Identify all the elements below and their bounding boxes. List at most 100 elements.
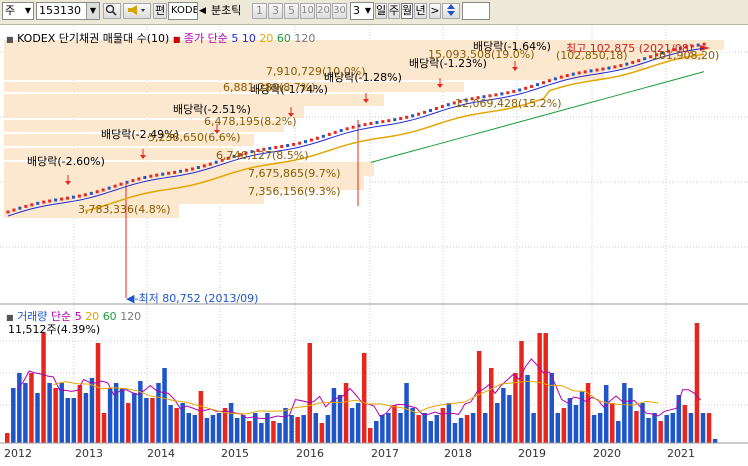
toolbar: 주▼ 153130▼ 편 KODEX ◀ 분초틱 1 3 5 10 20 30 … — [0, 0, 748, 25]
price-candle — [321, 134, 325, 138]
price-candle — [66, 196, 69, 200]
price-candle — [381, 120, 385, 124]
price-candle — [565, 74, 569, 78]
price-panel-header: ■ KODEX 단기채권 매물대 수(10) ■ 종가 단순 5 10 20 6… — [6, 30, 315, 46]
price-panel-title: KODEX 단기채권 매물대 수(10) — [17, 32, 170, 45]
dividend-label: 배당락(-1.23%) — [409, 57, 487, 70]
dropdown-arrow-icon[interactable]: ▼ — [86, 3, 99, 19]
price-candle — [494, 93, 498, 97]
volume-bar — [168, 405, 173, 443]
period-year-button[interactable]: 년 — [414, 3, 427, 19]
edit-button[interactable]: 편 — [153, 3, 167, 19]
price-candle — [363, 123, 367, 127]
minute-button-1[interactable]: 1 — [252, 3, 267, 19]
volume-bar — [374, 421, 379, 443]
minute-button-3[interactable]: 3 — [268, 3, 283, 19]
prev-arrow-icon[interactable]: ◀ — [199, 4, 206, 18]
price-candle — [702, 42, 706, 46]
price-candle — [428, 108, 432, 112]
price-candle — [179, 169, 183, 173]
volume-bar — [368, 428, 373, 443]
price-candle — [107, 186, 111, 190]
price-candle — [595, 68, 599, 72]
volume-bar — [355, 403, 361, 443]
ma-5: 5 — [231, 32, 239, 45]
volume-bar — [150, 398, 155, 443]
extra-input[interactable] — [462, 2, 490, 20]
price-candle — [190, 167, 194, 171]
price-candle — [369, 122, 373, 126]
profile-label: 6,478,195(8.2%) — [204, 115, 297, 128]
price-candle — [101, 188, 105, 192]
profile-label: 7,675,865(9.7%) — [248, 167, 341, 180]
left-arrow-icon: ◀ — [126, 292, 135, 305]
volume-bar — [59, 383, 64, 443]
volume-bar — [192, 415, 198, 443]
price-candle — [399, 117, 403, 121]
price-candle — [173, 170, 177, 174]
price-candle — [304, 140, 307, 144]
price-candle — [631, 60, 635, 64]
volume-bar — [228, 403, 234, 443]
volume-bar — [361, 353, 367, 443]
minute-button-5[interactable]: 5 — [284, 3, 299, 19]
x-tick: 2016 — [296, 447, 324, 460]
volume-bar — [41, 333, 46, 443]
price-candle — [577, 71, 581, 75]
price-candle — [446, 103, 450, 107]
stock-name-box[interactable]: KODEX — [168, 2, 198, 20]
profile-label: 101,908,20) — [652, 49, 720, 62]
price-candle — [185, 168, 188, 172]
minute-button-30[interactable]: 30 — [332, 3, 347, 19]
volume-bar — [428, 421, 433, 443]
interval-value: 3 — [353, 4, 360, 17]
price-candle — [42, 200, 46, 204]
ma-10: 10 — [241, 32, 256, 45]
minute-button-20[interactable]: 20 — [316, 3, 331, 19]
volume-bar — [549, 373, 554, 443]
volume-bar — [234, 418, 240, 443]
volume-bar — [458, 418, 464, 443]
volume-bar — [289, 415, 294, 443]
volume-bar — [331, 388, 337, 443]
volume-bar — [670, 413, 675, 443]
period-week-button[interactable]: 주 — [388, 3, 400, 19]
price-candle — [83, 193, 87, 197]
volume-bar — [706, 413, 712, 443]
price-candle — [196, 166, 200, 170]
price-candle — [286, 144, 290, 148]
price-candle — [77, 194, 81, 198]
tick-period-label[interactable]: 분초틱 — [211, 4, 241, 18]
interval-select[interactable]: 3 ▼ — [350, 2, 374, 20]
volume-bar — [446, 403, 452, 443]
price-candle — [89, 191, 93, 195]
x-tick: 2021 — [667, 447, 695, 460]
more-arrow-icon[interactable]: > — [429, 3, 441, 19]
price-candle — [405, 115, 409, 119]
volume-bar — [628, 388, 633, 443]
period-month-button[interactable]: 월 — [401, 3, 413, 19]
volume-bar — [610, 403, 615, 443]
price-candle — [18, 206, 22, 210]
profile-label: (102,850,18) — [556, 49, 628, 62]
speaker-icon[interactable] — [123, 3, 151, 19]
magnifier-icon[interactable] — [103, 3, 121, 19]
volume-bar — [259, 423, 264, 443]
volume-bar — [664, 415, 669, 443]
ma-marker-icon: ■ — [172, 35, 181, 44]
code-input[interactable]: 153130 ▼ — [36, 2, 100, 20]
price-candle — [553, 77, 557, 81]
volume-bar — [126, 403, 131, 443]
volume-bar — [132, 393, 137, 443]
chart-canvas[interactable] — [0, 24, 748, 466]
minute-button-10[interactable]: 10 — [300, 3, 315, 19]
x-tick: 2017 — [371, 447, 399, 460]
price-candle — [375, 121, 379, 125]
volume-bar — [240, 415, 246, 443]
ma-120: 120 — [294, 32, 316, 45]
market-select[interactable]: 주 ▼ — [2, 2, 34, 20]
up-down-arrow-icon[interactable] — [442, 3, 460, 19]
period-day-button[interactable]: 일 — [375, 3, 387, 19]
price-candle — [315, 136, 319, 140]
price-candle — [60, 197, 64, 201]
